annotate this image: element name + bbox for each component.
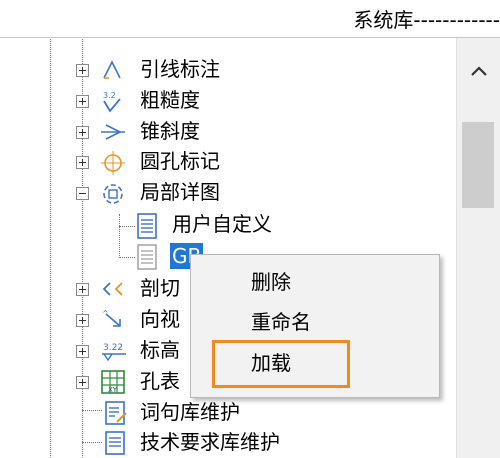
menu-item-rename[interactable]: 重命名 (251, 309, 311, 335)
collapse-toggle[interactable] (76, 187, 89, 200)
tree-item-tech-requirement-library[interactable]: 技术要求库维护 (0, 427, 456, 458)
tree-item-roughness[interactable]: 3.2 粗糙度 (0, 85, 456, 117)
tree-item-elevation[interactable]: 3.22 标高 (0, 335, 190, 367)
expand-toggle[interactable] (76, 345, 89, 358)
expand-toggle[interactable] (76, 95, 89, 108)
tree-item-view-direction[interactable]: ^ 向视 (0, 304, 190, 336)
hole-table-icon: XY (100, 369, 125, 394)
vertical-scrollbar[interactable] (456, 38, 500, 458)
elevation-icon: 3.22 (100, 339, 126, 363)
svg-text:^: ^ (102, 309, 109, 318)
list-edit-icon (104, 400, 128, 425)
tree-item-label: 技术要求库维护 (140, 430, 280, 454)
view-direction-icon: ^ (100, 308, 124, 332)
tree-item-label: 局部详图 (140, 180, 220, 204)
leader-annotation-icon (100, 58, 124, 82)
tree-item-label: 词句库维护 (140, 400, 240, 424)
tree-item-phrase-library[interactable]: 词句库维护 (0, 397, 456, 429)
tree-item-label: 标高 (140, 338, 180, 362)
tree-item-detail-view[interactable]: 局部详图 (0, 177, 456, 209)
tree-item-leader-annotation[interactable]: 引线标注 (0, 54, 456, 86)
tree-item-circle-hole-mark[interactable]: 圆孔标记 (0, 146, 456, 178)
tree-item-label: 圆孔标记 (140, 149, 220, 173)
svg-text:XY: XY (108, 386, 118, 394)
expand-toggle[interactable] (76, 376, 89, 389)
circle-hole-mark-icon (100, 150, 125, 175)
menu-item-delete[interactable]: 删除 (251, 269, 291, 295)
document-icon (136, 244, 160, 270)
chevron-up-icon (470, 62, 488, 81)
expand-toggle[interactable] (76, 314, 89, 327)
tree-item-hole-table[interactable]: XY 孔表 (0, 366, 190, 398)
panel-title: 系统库------------ (353, 8, 500, 32)
roughness-icon: 3.2 (100, 89, 124, 113)
tree-item-taper[interactable]: 锥斜度 (0, 116, 456, 148)
expand-toggle[interactable] (76, 126, 89, 139)
tree-item-label: 锥斜度 (140, 119, 200, 143)
tree-item-label: 用户自定义 (172, 212, 272, 236)
tree-item-label: 向视 (140, 307, 180, 331)
tree-item-user-defined[interactable]: 用户自定义 (0, 210, 456, 242)
taper-icon (100, 120, 125, 144)
load-highlight-box (212, 340, 350, 388)
tree-item-label: 引线标注 (140, 57, 220, 81)
scrollbar-thumb[interactable] (462, 122, 494, 208)
tree-item-label: 粗糙度 (140, 88, 200, 112)
expand-toggle[interactable] (76, 283, 89, 296)
expand-toggle[interactable] (76, 156, 89, 169)
tree-item-label: 孔表 (140, 369, 180, 393)
section-cut-icon (100, 277, 124, 301)
document-icon (136, 213, 160, 239)
expand-toggle[interactable] (76, 64, 89, 77)
svg-text:3.2: 3.2 (103, 91, 116, 100)
panel-header: 系统库------------ (0, 0, 500, 38)
scroll-up-button[interactable] (457, 56, 500, 86)
svg-text:3.22: 3.22 (103, 343, 123, 353)
detail-view-icon (100, 181, 124, 205)
tree-item-section-cut[interactable]: 剖切 (0, 273, 190, 305)
list-doc-icon (104, 430, 128, 455)
tree-item-label: 剖切 (140, 276, 180, 300)
